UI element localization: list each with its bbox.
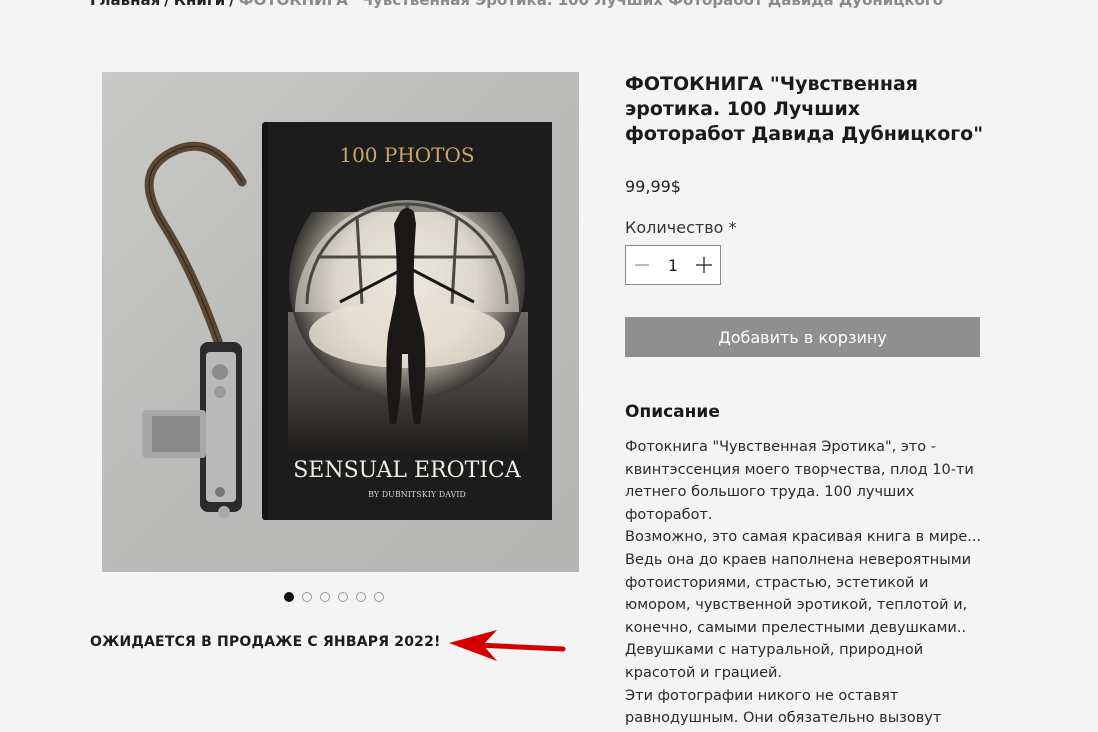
quantity-label: Количество * <box>625 218 737 237</box>
book-title: SENSUAL EROTICA <box>293 458 522 483</box>
quantity-stepper: 1 <box>625 245 721 285</box>
availability-notice: ОЖИДАЕТСЯ В ПРОДАЖЕ С ЯНВАРЯ 2022! <box>90 634 441 650</box>
description-paragraph: Эти фотографии никого не оставят равноду… <box>625 687 942 727</box>
minus-icon[interactable] <box>626 246 658 284</box>
gallery-dots <box>284 592 384 602</box>
breadcrumb-separator: / <box>229 0 235 9</box>
gallery-dot[interactable] <box>338 592 348 602</box>
plus-icon[interactable] <box>688 246 720 284</box>
book-cover: 100 PHOTOS SENSUAL EROTICA BY DUBNITSKIY… <box>262 122 552 520</box>
gallery-dot[interactable] <box>284 592 294 602</box>
breadcrumb: Главная / Книги / ФОТОКНИГА "Чувственная Эро… <box>90 0 951 9</box>
description-paragraph: Фотокнига "Чувственная Эротика", это - к… <box>625 439 974 523</box>
product-info: ФОТОКНИГА "Чувственная эротика. 100 Лучш… <box>625 72 985 730</box>
quantity-value[interactable]: 1 <box>659 256 687 275</box>
book-top-text: 100 PHOTOS <box>339 143 474 167</box>
breadcrumb-category-link[interactable]: Книги <box>174 0 225 9</box>
breadcrumb-separator: / <box>164 0 170 9</box>
arrow-left-icon <box>449 630 566 661</box>
product-title: ФОТОКНИГА "Чувственная эротика. 100 Лучш… <box>625 73 984 145</box>
gallery-dot[interactable] <box>356 592 366 602</box>
add-to-cart-button[interactable]: Добавить в корзину <box>625 317 980 357</box>
product-description: Фотокнига "Чувственная Эротика", это - к… <box>625 436 985 730</box>
camera <box>142 342 242 518</box>
product-price: 99,99$ <box>625 177 681 196</box>
breadcrumb-current: ФОТОКНИГА "Чувственная Эротика. 100 Лучш… <box>238 0 951 9</box>
description-paragraph: Возможно, это самая красивая книга в мир… <box>625 529 982 681</box>
description-title: Описание <box>625 402 720 422</box>
gallery-dot[interactable] <box>374 592 384 602</box>
book-author: BY DUBNITSKIY DAVID <box>368 490 466 499</box>
camera-strap <box>144 141 247 352</box>
product-image[interactable]: 100 PHOTOS SENSUAL EROTICA BY DUBNITSKIY… <box>102 72 579 572</box>
gallery-dot[interactable] <box>302 592 312 602</box>
breadcrumb-home-link[interactable]: Главная <box>90 0 160 9</box>
gallery-dot[interactable] <box>320 592 330 602</box>
